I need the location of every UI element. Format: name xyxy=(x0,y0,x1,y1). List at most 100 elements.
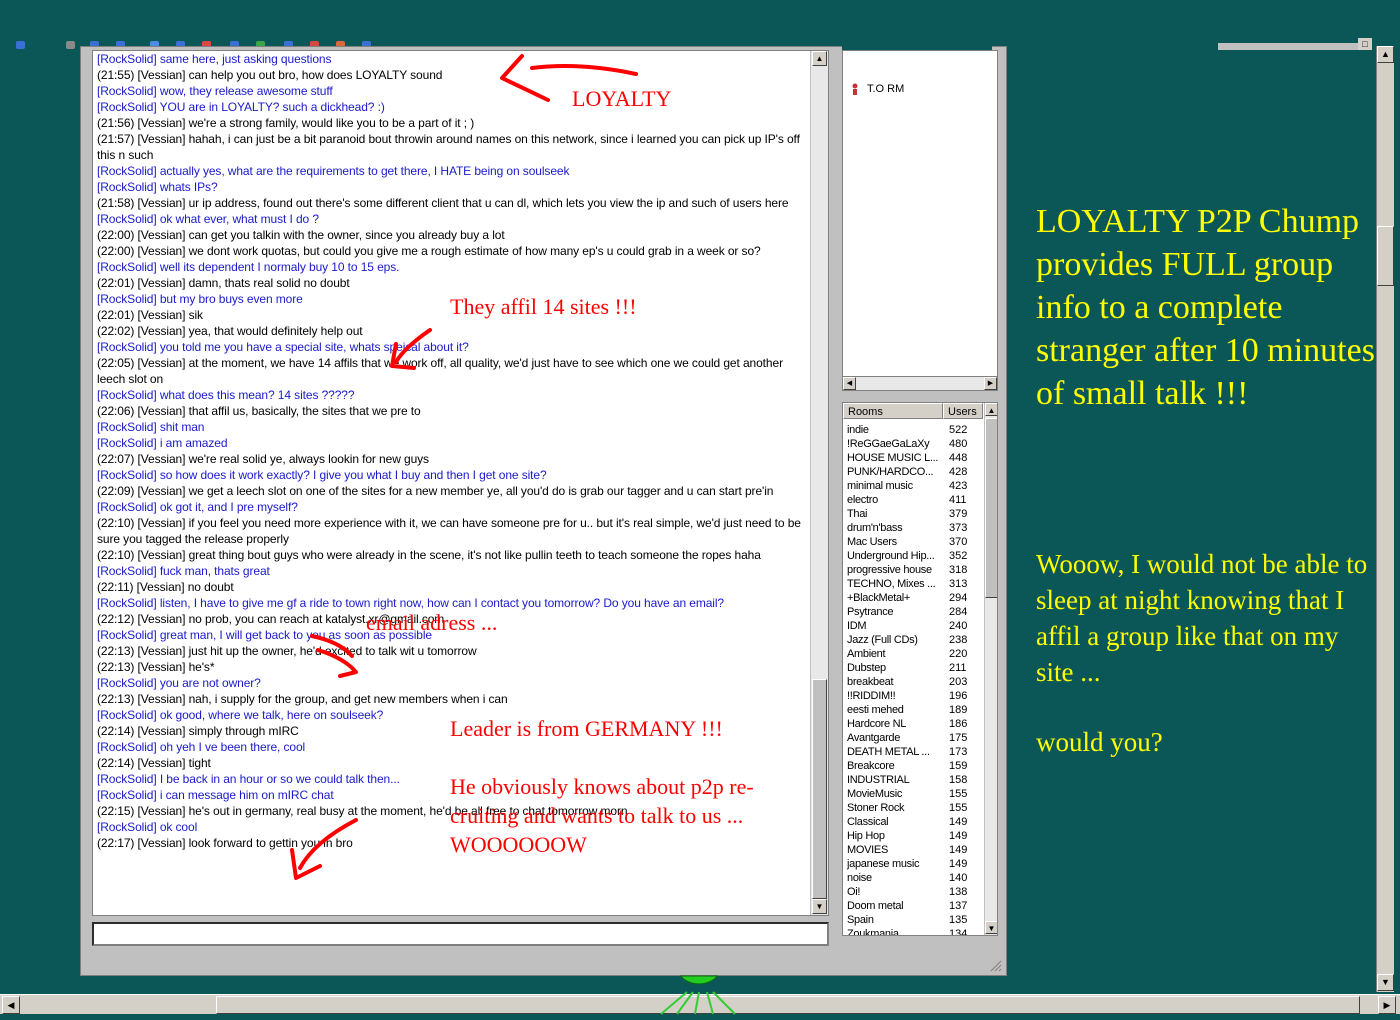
room-row[interactable]: Psytrance 284 xyxy=(843,605,983,619)
room-row[interactable]: indie 522 xyxy=(843,423,983,437)
room-row[interactable]: DEATH METAL ... 173 xyxy=(843,745,983,759)
room-row[interactable]: Jazz (Full CDs) 238 xyxy=(843,633,983,647)
room-name: Zoukmania xyxy=(847,928,899,936)
chat-message: (21:57) [Vessian] hahah, i can just be a… xyxy=(97,132,800,162)
scroll-left-button[interactable]: ◀ xyxy=(843,377,856,390)
room-row[interactable]: electro 411 xyxy=(843,493,983,507)
room-row[interactable]: Thai 379 xyxy=(843,507,983,521)
room-name: Mac Users xyxy=(847,536,897,548)
scroll-down-button[interactable]: ▼ xyxy=(1377,974,1394,991)
room-row[interactable]: Dubstep 211 xyxy=(843,661,983,675)
room-row[interactable]: noise 140 xyxy=(843,871,983,885)
room-row[interactable]: PUNK/HARDCO... 428 xyxy=(843,465,983,479)
room-row[interactable]: Avantgarde 175 xyxy=(843,731,983,745)
room-row[interactable]: Doom metal 137 xyxy=(843,899,983,913)
toolbar-icon[interactable] xyxy=(66,41,75,49)
scroll-right-button[interactable]: ▶ xyxy=(1378,996,1396,1014)
rooms-scroll-down-button[interactable]: ▼ xyxy=(985,921,997,934)
room-name: Hardcore NL xyxy=(847,718,907,730)
horizontal-scroll-thumb[interactable] xyxy=(216,996,1360,1014)
room-user-count: 175 xyxy=(949,732,968,744)
room-row[interactable]: minimal music 423 xyxy=(843,479,983,493)
room-row[interactable]: Breakcore 159 xyxy=(843,759,983,773)
chat-message: (21:55) [Vessian] can help you out bro, … xyxy=(97,68,443,82)
room-user-count: 211 xyxy=(949,662,967,674)
room-row[interactable]: !ReGGaeGaLaXy 480 xyxy=(843,437,983,451)
room-user-count: 294 xyxy=(949,592,968,604)
room-name: !ReGGaeGaLaXy xyxy=(847,438,930,450)
room-row[interactable]: +BlackMetal+ 294 xyxy=(843,591,983,605)
room-name: PUNK/HARDCO... xyxy=(847,466,934,478)
users-column-header[interactable]: Users xyxy=(943,403,983,419)
chat-message: (22:13) [Vessian] just hit up the owner,… xyxy=(97,644,477,658)
room-row[interactable]: drum'n'bass 373 xyxy=(843,521,983,535)
room-user-count: 370 xyxy=(949,536,968,548)
room-user-count: 149 xyxy=(949,844,968,856)
room-row[interactable]: Ambient 220 xyxy=(843,647,983,661)
room-name: +BlackMetal+ xyxy=(847,592,911,604)
window-edge xyxy=(1218,43,1358,50)
room-name: Doom metal xyxy=(847,900,904,912)
room-row[interactable]: HOUSE MUSIC L... 448 xyxy=(843,451,983,465)
scroll-thumb[interactable] xyxy=(1377,226,1394,286)
room-user-count: 149 xyxy=(949,816,968,828)
room-user-count: 428 xyxy=(949,466,968,478)
room-row[interactable]: Hardcore NL 186 xyxy=(843,717,983,731)
room-row[interactable]: japanese music 149 xyxy=(843,857,983,871)
chat-scroll-down-button[interactable]: ▼ xyxy=(812,899,827,914)
scroll-left-button[interactable]: ◀ xyxy=(2,996,20,1014)
room-row[interactable]: Zoukmania 134 xyxy=(843,927,983,936)
chat-scroll-up-button[interactable]: ▲ xyxy=(812,51,827,66)
rooms-scroll-up-button[interactable]: ▲ xyxy=(985,403,997,416)
room-name: drum'n'bass xyxy=(847,522,903,534)
room-row[interactable]: MOVIES 149 xyxy=(843,843,983,857)
room-name: Oi! xyxy=(847,886,861,898)
annotation-p2p-line1: He obviously knows about p2p re- xyxy=(450,774,754,799)
room-row[interactable]: Spain 135 xyxy=(843,913,983,927)
room-user-count: 135 xyxy=(949,914,968,926)
user-row[interactable]: T.O RM xyxy=(851,83,904,96)
rooms-scroll-thumb[interactable] xyxy=(985,418,997,598)
room-row[interactable]: !!RIDDIM!! 196 xyxy=(843,689,983,703)
chat-message: [RockSolid] fuck man, thats great xyxy=(97,564,270,578)
users-horizontal-scrollbar[interactable]: ◀ ▶ xyxy=(842,376,998,391)
room-row[interactable]: Oi! 138 xyxy=(843,885,983,899)
room-row[interactable]: MovieMusic 155 xyxy=(843,787,983,801)
room-user-count: 158 xyxy=(949,774,968,786)
room-name: noise xyxy=(847,872,872,884)
room-row[interactable]: IDM 240 xyxy=(843,619,983,633)
room-row[interactable]: Underground Hip... 352 xyxy=(843,549,983,563)
rooms-scrollbar[interactable]: ▲ ▼ xyxy=(984,403,997,935)
chat-message: (22:06) [Vessian] that affil us, basical… xyxy=(97,404,421,418)
room-name: Thai xyxy=(847,508,868,520)
room-row[interactable]: INDUSTRIAL 158 xyxy=(843,773,983,787)
chat-scroll-thumb[interactable] xyxy=(812,679,827,899)
toolbar-icon[interactable] xyxy=(16,41,25,49)
chat-scrollbar[interactable]: ▲ ▼ xyxy=(810,51,828,915)
rooms-list: Rooms Users indie 522 !ReGGaeGaLaXy 480 HOUS… xyxy=(842,402,998,936)
resize-grip-icon[interactable] xyxy=(988,958,1002,972)
chat-message: [RockSolid] ok what ever, what must I do… xyxy=(97,212,319,226)
annotation-loyalty: LOYALTY xyxy=(572,86,672,111)
chat-message: [RockSolid] you are not owner? xyxy=(97,676,261,690)
room-row[interactable]: TECHNO, Mixes ... 313 xyxy=(843,577,983,591)
scroll-up-button[interactable]: ▲ xyxy=(1377,46,1394,63)
room-row[interactable]: eesti mehed 189 xyxy=(843,703,983,717)
chat-message: [RockSolid] what does this mean? 14 site… xyxy=(97,388,355,402)
rooms-column-header[interactable]: Rooms xyxy=(843,403,943,419)
room-name: INDUSTRIAL xyxy=(847,774,910,786)
room-name: breakbeat xyxy=(847,676,894,688)
room-row[interactable]: Stoner Rock 155 xyxy=(843,801,983,815)
room-row[interactable]: progressive house 318 xyxy=(843,563,983,577)
room-row[interactable]: Classical 149 xyxy=(843,815,983,829)
room-name: japanese music xyxy=(847,858,920,870)
room-row[interactable]: breakbeat 203 xyxy=(843,675,983,689)
page-vertical-scrollbar[interactable]: ▲ ▼ xyxy=(1376,46,1394,992)
room-name: MOVIES xyxy=(847,844,888,856)
restore-button[interactable]: □ xyxy=(1358,38,1372,50)
room-row[interactable]: Hip Hop 149 xyxy=(843,829,983,843)
scroll-right-button[interactable]: ▶ xyxy=(984,377,997,390)
chat-message: [RockSolid] listen, I have to give me gf… xyxy=(97,596,725,610)
room-row[interactable]: Mac Users 370 xyxy=(843,535,983,549)
chat-input[interactable] xyxy=(92,922,829,946)
